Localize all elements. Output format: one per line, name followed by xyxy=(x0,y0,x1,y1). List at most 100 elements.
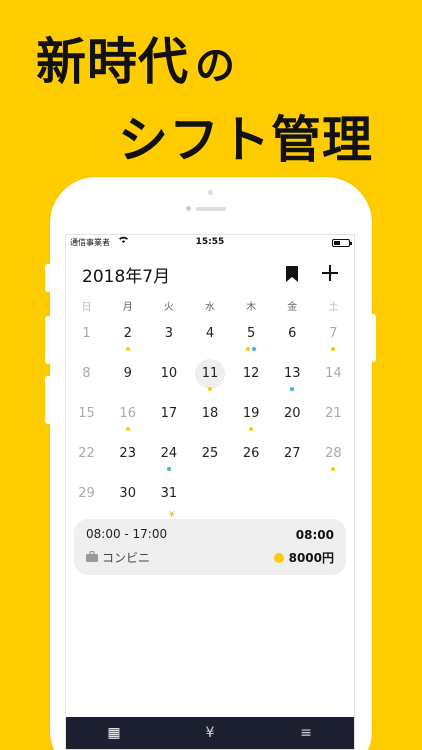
calendar-day[interactable]: 14 xyxy=(313,357,354,397)
calendar-day[interactable]: 20 xyxy=(272,397,313,437)
weekday-label: 火 xyxy=(163,301,174,313)
coin-icon xyxy=(274,553,284,563)
day-number: 29 xyxy=(78,486,95,501)
shift-dot-yellow xyxy=(207,387,212,391)
tab-bar: ▦ ¥ ≡ xyxy=(66,717,354,749)
day-number: 17 xyxy=(160,406,178,421)
weekday-header: 日月火水木金土 xyxy=(66,293,354,317)
shift-start-time: 08:00 xyxy=(295,528,334,542)
calendar-day[interactable]: 6 xyxy=(272,317,313,357)
headline-line-2: シフト管理 xyxy=(118,111,373,169)
shift-dot-yellow xyxy=(125,427,130,431)
weekday-label: 月 xyxy=(122,301,133,313)
tab-menu[interactable]: ≡ xyxy=(258,717,354,749)
calendar-day[interactable]: 15 xyxy=(66,397,107,437)
calendar-header: 2018年7月 xyxy=(66,251,354,293)
calendar-day[interactable]: 4 xyxy=(189,317,230,357)
calendar-day[interactable]: 27 xyxy=(272,437,313,477)
day-number: 26 xyxy=(242,446,260,461)
calendar-grid: 1 2 3 4 5 6 7 8 9 10 11 12 13 14 15 16 17 18 19 20 21 22 23 24 2… xyxy=(66,317,354,519)
shift-indicators xyxy=(107,347,148,351)
calendar-day[interactable]: 25 xyxy=(189,437,230,477)
day-number: 27 xyxy=(283,446,301,461)
shift-place: コンビニ xyxy=(102,551,151,565)
shift-pay: 8000円 xyxy=(288,551,334,565)
day-number: 5 xyxy=(246,326,256,341)
day-number: 21 xyxy=(325,406,342,421)
shift-indicators xyxy=(231,427,272,431)
calendar-day-today[interactable]: 11 xyxy=(189,357,230,397)
day-number: 11 xyxy=(194,359,225,389)
headline-particle: の xyxy=(195,43,236,89)
headline-line-1: 新時代の xyxy=(36,22,422,94)
calendar-day[interactable]: 30 xyxy=(107,477,148,517)
day-number: 4 xyxy=(205,326,215,341)
briefcase-icon xyxy=(86,551,98,562)
status-time: 15:55 xyxy=(195,237,225,247)
day-number: 24 xyxy=(160,446,178,461)
day-number: 23 xyxy=(119,446,136,461)
calendar-day[interactable]: 24 xyxy=(148,437,189,477)
battery-icon xyxy=(332,239,352,247)
calendar-day[interactable]: 19 xyxy=(231,397,272,437)
day-number: 14 xyxy=(325,366,342,381)
yen-icon: ¥ xyxy=(205,725,215,741)
weekday-label: 木 xyxy=(246,301,257,313)
weekday-label: 日 xyxy=(81,301,92,313)
calendar-day[interactable]: 22 xyxy=(66,437,107,477)
shift-indicators xyxy=(107,427,148,431)
shift-dot-blue xyxy=(252,347,257,351)
add-shift-button[interactable] xyxy=(320,263,340,283)
day-number: 18 xyxy=(201,406,219,421)
calendar-day[interactable]: 8 xyxy=(66,357,107,397)
weekday-label: 水 xyxy=(204,301,215,313)
day-number: 16 xyxy=(119,406,136,421)
weekday-label: 金 xyxy=(287,301,298,313)
phone-front-camera xyxy=(186,206,191,211)
day-number: 2 xyxy=(123,326,132,341)
calendar-day[interactable]: 1 xyxy=(66,317,107,357)
calendar-day[interactable]: 23 xyxy=(107,437,148,477)
calendar-day[interactable]: 26 xyxy=(231,437,272,477)
calendar-day[interactable]: 18 xyxy=(189,397,230,437)
calendar-day[interactable]: 13 xyxy=(272,357,313,397)
day-number: 20 xyxy=(283,406,301,421)
calendar-day[interactable]: 31 ¥ xyxy=(148,477,189,519)
payday-yen-icon: ¥ xyxy=(169,510,175,519)
day-number: 22 xyxy=(78,446,95,461)
calendar-day[interactable]: 21 xyxy=(313,397,354,437)
calendar-day[interactable]: 17 xyxy=(148,397,189,437)
tab-calendar[interactable]: ▦ xyxy=(66,717,162,749)
calendar-day[interactable]: 29 xyxy=(66,477,107,517)
day-number: 3 xyxy=(164,326,173,341)
month-title: 2018年7月 xyxy=(82,267,171,287)
shift-dot-yellow xyxy=(125,347,130,351)
calendar-day[interactable]: 5 xyxy=(231,317,272,357)
shift-card[interactable]: 08:00 - 17:00 08:00 コンビニ 8000円 xyxy=(74,519,346,575)
shift-dot-yellow xyxy=(331,347,336,351)
day-number: 30 xyxy=(119,486,136,501)
day-number: 28 xyxy=(325,446,342,461)
shift-time-range: 08:00 - 17:00 xyxy=(86,527,168,541)
day-number: 7 xyxy=(329,326,338,341)
shift-dot-blue xyxy=(166,467,171,471)
day-number: 9 xyxy=(123,366,132,381)
shift-dot-blue xyxy=(290,387,295,391)
calendar-day[interactable]: 7 xyxy=(313,317,354,357)
calendar-day[interactable]: 28 xyxy=(313,437,354,477)
calendar-day[interactable]: 3 xyxy=(148,317,189,357)
day-number: 25 xyxy=(201,446,219,461)
day-number: 8 xyxy=(82,366,91,381)
shift-dot-yellow xyxy=(249,427,254,431)
shift-indicators xyxy=(189,387,230,391)
calendar-day[interactable]: 2 xyxy=(107,317,148,357)
tab-yen[interactable]: ¥ xyxy=(162,717,258,749)
calendar-day[interactable]: 9 xyxy=(107,357,148,397)
day-number: 31 xyxy=(160,486,178,501)
weekday-label: 土 xyxy=(328,301,339,313)
calendar-icon: ▦ xyxy=(107,725,121,741)
calendar-day[interactable]: 16 xyxy=(107,397,148,437)
bookmark-icon[interactable] xyxy=(285,265,299,283)
calendar-day[interactable]: 12 xyxy=(231,357,272,397)
calendar-day[interactable]: 10 xyxy=(148,357,189,397)
